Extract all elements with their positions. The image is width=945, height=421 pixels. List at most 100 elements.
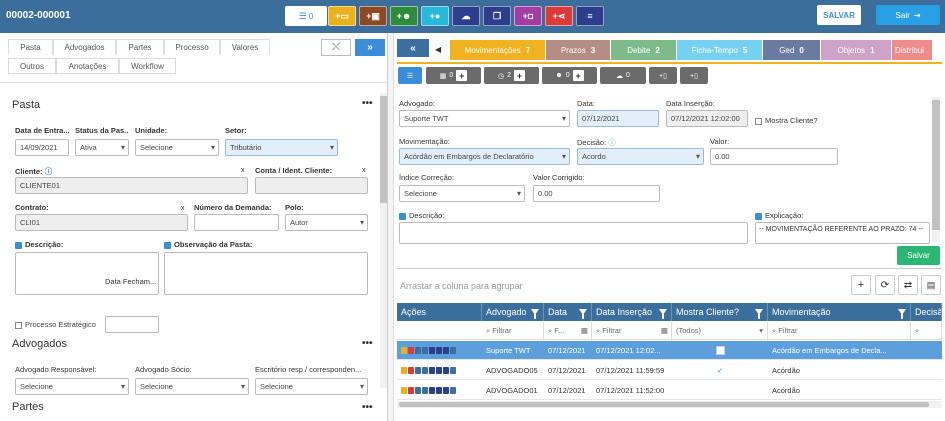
delete-icon[interactable]	[408, 347, 414, 354]
decisao-select[interactable]: Acordo	[577, 148, 704, 165]
tab-distribui[interactable]: Distribui	[892, 40, 932, 60]
tab-processo[interactable]: Processo	[164, 39, 220, 55]
collapse-icon[interactable]: ⤬	[321, 39, 351, 56]
pasta-more-icon[interactable]: •••	[362, 98, 373, 109]
plus-square-button[interactable]: +◘	[514, 6, 542, 26]
status-select[interactable]: Ativa	[75, 139, 129, 156]
plus-icon[interactable]: +	[456, 70, 468, 81]
share-button[interactable]: +⋖	[545, 6, 573, 26]
checkbox-icon[interactable]	[755, 117, 762, 125]
clear-conta-icon[interactable]: x	[362, 167, 366, 174]
clear-cliente-icon[interactable]: x	[241, 167, 245, 174]
cloud-icon[interactable]	[443, 387, 449, 394]
menu-button[interactable]: ≡	[576, 6, 604, 26]
polo-select[interactable]: Autor	[285, 214, 368, 231]
swap-icon[interactable]: ⇄	[898, 275, 918, 295]
help-icon[interactable]: ⓘ	[45, 167, 53, 176]
tab-pasta[interactable]: Pasta	[8, 39, 53, 55]
delete-icon[interactable]	[408, 387, 414, 394]
cloud-icon[interactable]	[443, 367, 449, 374]
conta-field[interactable]	[255, 177, 368, 194]
delete-icon[interactable]	[408, 367, 414, 374]
partes-more-icon[interactable]: •••	[362, 402, 373, 413]
users-button[interactable]: ☻ 0 +	[542, 67, 597, 84]
clock-icon[interactable]	[436, 347, 442, 354]
clock-icon[interactable]	[436, 387, 442, 394]
plus-card-button[interactable]: +▭	[328, 6, 356, 26]
calendar-icon[interactable]: ▦	[581, 326, 588, 335]
col-advogado[interactable]: Advogado	[482, 303, 544, 321]
users-icon[interactable]	[429, 347, 435, 354]
filter-movimentacao[interactable]: ⌕ Filtrar	[768, 322, 911, 339]
plus-briefcase-button[interactable]: +▣	[359, 6, 387, 26]
col-decisao[interactable]: Decisã	[911, 303, 942, 321]
tab-anotacoes[interactable]: Anotações	[56, 58, 119, 74]
plus-icon[interactable]: +	[514, 70, 525, 81]
filter-icon[interactable]	[755, 309, 763, 319]
processo-estrategico[interactable]: Processo Estratégico	[15, 320, 96, 329]
unidade-select[interactable]: Selecione	[135, 139, 219, 156]
col-movimentacao[interactable]: Movimentação	[768, 303, 911, 321]
filter-icon[interactable]	[659, 309, 667, 319]
data-insercao-field[interactable]: 07/12/2021 12:02:00	[666, 110, 748, 127]
calendar-icon[interactable]	[415, 347, 421, 354]
tabs-prev-icon[interactable]: ◀	[435, 45, 441, 54]
tab-workflow[interactable]: Workflow	[119, 58, 176, 74]
form-save-button[interactable]: Salvar	[897, 246, 940, 265]
advogado-select[interactable]: Suporte TWT	[399, 110, 570, 127]
file-icon[interactable]	[450, 367, 456, 374]
explicacao-textarea[interactable]: -- MOVIMENTAÇÃO REFERENTE AO PRAZO: 74 -…	[755, 222, 930, 244]
tab-ged[interactable]: Ged 0	[763, 40, 820, 60]
doc-icon[interactable]	[422, 387, 428, 394]
valor-corrigido-field[interactable]: 0.00	[533, 185, 660, 202]
tab-advogados[interactable]: Advogados	[53, 39, 116, 55]
col-data-insercao[interactable]: Data Inserção	[592, 303, 672, 321]
advogado-socio-select[interactable]: Selecione	[135, 378, 249, 395]
list-button[interactable]: ☰ 0	[285, 6, 327, 26]
checkbox-icon[interactable]	[15, 321, 22, 329]
users-icon[interactable]	[429, 367, 435, 374]
form-scrollbar-thumb[interactable]	[932, 100, 940, 230]
col-mostra-cliente[interactable]: Mostra Cliente?	[672, 303, 768, 321]
filter-icon[interactable]	[579, 309, 587, 319]
file-icon[interactable]	[450, 387, 456, 394]
tab-valores[interactable]: Valores	[220, 39, 270, 55]
filter-data-insercao[interactable]: ⌕ Filtrar ▦	[592, 322, 672, 339]
filter-icon[interactable]	[531, 309, 539, 319]
clock-button[interactable]: ◷ 2 +	[484, 67, 539, 84]
plus-doc-button[interactable]: +▯	[649, 67, 677, 84]
movimentacao-select[interactable]: Acórdão em Embargos de Declaratório	[399, 148, 570, 165]
data-fechamento-field[interactable]	[105, 316, 159, 333]
setor-select[interactable]: Tributário	[225, 139, 338, 156]
tab-movimenta-es[interactable]: Movimentações 7	[450, 40, 545, 60]
descricao-textarea[interactable]	[399, 222, 748, 244]
exit-button[interactable]: Sair ⇥	[876, 5, 940, 25]
descricao-textarea[interactable]	[15, 252, 159, 295]
cloud-icon[interactable]	[443, 347, 449, 354]
plus-file-button[interactable]: +▯	[680, 67, 708, 84]
left-scrollbar-thumb[interactable]	[380, 96, 387, 203]
tab-objetos[interactable]: Objetos 1	[821, 40, 891, 60]
checkbox-icon[interactable]	[715, 346, 725, 355]
plus-circle-button[interactable]: +●	[421, 6, 449, 26]
export-icon[interactable]: ▤	[921, 275, 941, 295]
escritorio-select[interactable]: Selecione	[255, 378, 368, 395]
filter-decisao[interactable]: ⌕	[911, 322, 942, 339]
tab-ficha-tempo[interactable]: Ficha-Tempo 5	[677, 40, 762, 60]
save-button[interactable]: SALVAR	[817, 5, 861, 25]
edit-icon[interactable]	[401, 387, 407, 394]
col-acoes[interactable]: Ações	[397, 303, 482, 321]
valor-field[interactable]: 0.00	[710, 148, 838, 165]
edit-icon[interactable]	[401, 367, 407, 374]
clock-icon[interactable]	[436, 367, 442, 374]
col-data[interactable]: Data	[544, 303, 592, 321]
edit-icon[interactable]	[401, 347, 407, 354]
tab-prazos[interactable]: Prazos 3	[546, 40, 610, 60]
doc-icon[interactable]	[422, 367, 428, 374]
indice-select[interactable]: Selecione	[399, 185, 525, 202]
filter-data[interactable]: ⌕ F... ▦	[544, 322, 592, 339]
numero-demanda-field[interactable]	[194, 214, 279, 231]
calendar-icon[interactable]	[415, 367, 421, 374]
filter-advogado[interactable]: ⌕ Filtrar	[482, 322, 544, 339]
panel-splitter[interactable]	[388, 33, 394, 421]
